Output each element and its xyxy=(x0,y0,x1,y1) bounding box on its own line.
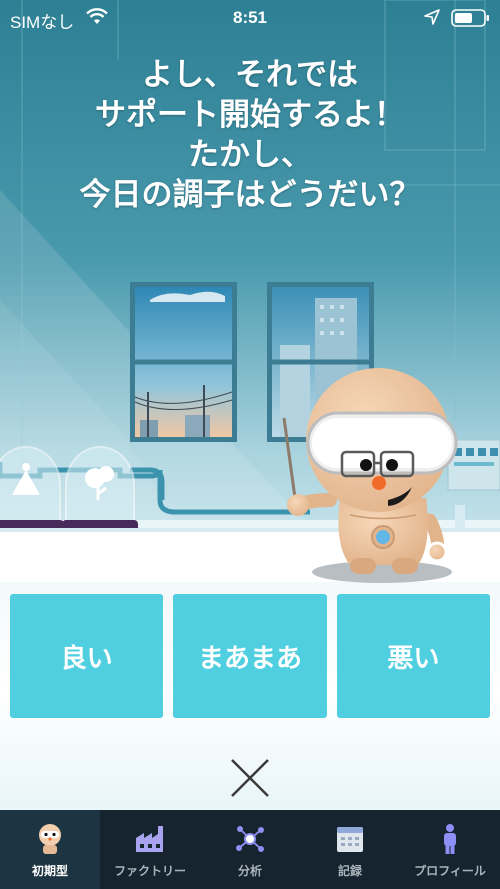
location-arrow-icon xyxy=(424,9,440,25)
robot-avatar-icon xyxy=(39,824,61,854)
control-console xyxy=(447,439,500,530)
headline-line: サポート開始するよ！ xyxy=(95,97,405,133)
tab-bar: 初期型 ファクトリー 分析 記録 プロフィール xyxy=(0,810,500,889)
left-window xyxy=(130,282,237,442)
calendar-icon xyxy=(337,827,363,852)
battery-icon xyxy=(451,9,489,27)
tab-profile[interactable]: プロフィール xyxy=(400,810,500,889)
lab-illustration xyxy=(0,282,500,583)
factory-icon xyxy=(136,826,163,852)
status-bar: SIMなし 8:51 xyxy=(0,0,500,36)
tab-analysis[interactable]: 分析 xyxy=(200,810,300,889)
network-icon xyxy=(236,826,264,852)
tab-label: 分析 xyxy=(237,864,262,878)
glass-dome-left xyxy=(0,446,64,532)
tab-label: 初期型 xyxy=(31,864,68,878)
headline-line: 今日の調子はどうだい？ xyxy=(79,177,421,213)
tab-label: 記録 xyxy=(337,864,362,878)
app-screen: SIMなし 8:51 よし、それでは サポート開始するよ！ たかし、 今日の調子… xyxy=(0,0,500,889)
glass-dome-right xyxy=(62,446,138,532)
mood-average-button[interactable]: まあまあ xyxy=(173,594,327,718)
tab-factory[interactable]: ファクトリー xyxy=(100,810,200,889)
tab-robot[interactable]: 初期型 xyxy=(0,810,100,889)
tab-label: プロフィール xyxy=(414,864,486,878)
headline-line: たかし、 xyxy=(188,137,312,173)
person-icon xyxy=(444,824,456,854)
close-button[interactable] xyxy=(228,756,272,800)
close-icon xyxy=(231,759,269,797)
tab-records[interactable]: 記録 xyxy=(300,810,400,889)
tab-label: ファクトリー xyxy=(113,864,186,878)
headline-line: よし、それでは xyxy=(141,57,359,93)
mood-button-group: 良い まあまあ 悪い xyxy=(10,594,490,718)
mood-bad-button[interactable]: 悪い xyxy=(336,594,490,718)
greeting-headline: よし、それでは サポート開始するよ！ たかし、 今日の調子はどうだい？ xyxy=(20,55,480,215)
mood-good-button[interactable]: 良い xyxy=(10,594,164,718)
